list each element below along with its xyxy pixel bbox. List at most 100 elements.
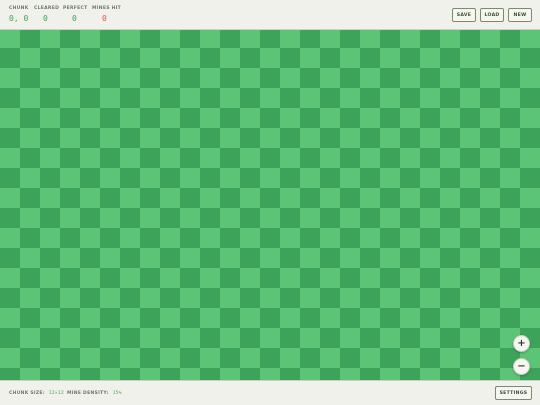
board-tile[interactable] xyxy=(500,68,521,89)
board-tile[interactable] xyxy=(400,348,421,369)
board-tile[interactable] xyxy=(100,188,121,209)
board-tile[interactable] xyxy=(160,368,181,380)
board-tile[interactable] xyxy=(500,248,521,269)
board-tile[interactable] xyxy=(460,68,481,89)
board-tile[interactable] xyxy=(420,348,441,369)
board-tile[interactable] xyxy=(200,48,221,69)
board-tile[interactable] xyxy=(300,308,321,329)
board-tile[interactable] xyxy=(100,148,121,169)
board-tile[interactable] xyxy=(480,268,501,289)
board-tile[interactable] xyxy=(60,48,81,69)
board-tile[interactable] xyxy=(480,288,501,309)
board-tile[interactable] xyxy=(420,208,441,229)
board-tile[interactable] xyxy=(140,48,161,69)
board-tile[interactable] xyxy=(220,228,241,249)
board-tile[interactable] xyxy=(440,228,461,249)
board-tile[interactable] xyxy=(480,168,501,189)
board-tile[interactable] xyxy=(100,128,121,149)
board-tile[interactable] xyxy=(520,228,540,249)
board-tile[interactable] xyxy=(100,288,121,309)
board-tile[interactable] xyxy=(280,368,301,380)
board-tile[interactable] xyxy=(140,108,161,129)
board-tile[interactable] xyxy=(20,88,41,109)
board-tile[interactable] xyxy=(360,368,381,380)
board-tile[interactable] xyxy=(120,188,141,209)
board-tile[interactable] xyxy=(460,288,481,309)
board-tile[interactable] xyxy=(360,328,381,349)
board-tile[interactable] xyxy=(40,48,61,69)
board-tile[interactable] xyxy=(0,228,21,249)
board-tile[interactable] xyxy=(20,128,41,149)
board-tile[interactable] xyxy=(180,30,201,49)
board-tile[interactable] xyxy=(20,30,41,49)
board-tile[interactable] xyxy=(220,288,241,309)
board-tile[interactable] xyxy=(120,48,141,69)
board-tile[interactable] xyxy=(360,268,381,289)
board-tile[interactable] xyxy=(200,288,221,309)
board-tile[interactable] xyxy=(180,308,201,329)
board-tile[interactable] xyxy=(120,88,141,109)
board-tile[interactable] xyxy=(320,168,341,189)
board-tile[interactable] xyxy=(200,228,221,249)
board-tile[interactable] xyxy=(0,128,21,149)
board-tile[interactable] xyxy=(220,48,241,69)
board-tile[interactable] xyxy=(300,30,321,49)
board-tile[interactable] xyxy=(260,328,281,349)
board-tile[interactable] xyxy=(100,328,121,349)
board-tile[interactable] xyxy=(460,128,481,149)
board-tile[interactable] xyxy=(120,128,141,149)
board-tile[interactable] xyxy=(460,88,481,109)
board-tile[interactable] xyxy=(400,328,421,349)
board-tile[interactable] xyxy=(360,88,381,109)
board-tile[interactable] xyxy=(480,88,501,109)
board-tile[interactable] xyxy=(480,308,501,329)
board-tile[interactable] xyxy=(240,30,261,49)
board-tile[interactable] xyxy=(120,328,141,349)
board-tile[interactable] xyxy=(380,188,401,209)
board-tile[interactable] xyxy=(160,30,181,49)
board-tile[interactable] xyxy=(380,128,401,149)
board-tile[interactable] xyxy=(60,88,81,109)
board-tile[interactable] xyxy=(0,188,21,209)
board-tile[interactable] xyxy=(220,188,241,209)
board-tile[interactable] xyxy=(60,148,81,169)
board-tile[interactable] xyxy=(80,208,101,229)
board-tile[interactable] xyxy=(220,368,241,380)
board-tile[interactable] xyxy=(300,128,321,149)
board-tile[interactable] xyxy=(160,288,181,309)
board-tile[interactable] xyxy=(0,368,21,380)
board-tile[interactable] xyxy=(340,148,361,169)
board-tile[interactable] xyxy=(260,308,281,329)
board-tile[interactable] xyxy=(500,108,521,129)
board-tile[interactable] xyxy=(400,248,421,269)
board-tile[interactable] xyxy=(360,48,381,69)
board-tile[interactable] xyxy=(240,148,261,169)
board-tile[interactable] xyxy=(460,168,481,189)
board-tile[interactable] xyxy=(200,168,221,189)
board-tile[interactable] xyxy=(140,268,161,289)
zoom-out-button[interactable]: − xyxy=(513,358,530,375)
board-tile[interactable] xyxy=(100,348,121,369)
board-tile[interactable] xyxy=(400,148,421,169)
board-tile[interactable] xyxy=(160,48,181,69)
board-tile[interactable] xyxy=(100,228,121,249)
board-tile[interactable] xyxy=(180,228,201,249)
board-tile[interactable] xyxy=(500,308,521,329)
board-tile[interactable] xyxy=(300,228,321,249)
board-tile[interactable] xyxy=(260,228,281,249)
board-tile[interactable] xyxy=(460,328,481,349)
board-tile[interactable] xyxy=(120,368,141,380)
board-tile[interactable] xyxy=(440,248,461,269)
board-tile[interactable] xyxy=(120,168,141,189)
board-tile[interactable] xyxy=(0,288,21,309)
board-tile[interactable] xyxy=(180,48,201,69)
board-tile[interactable] xyxy=(500,168,521,189)
board-tile[interactable] xyxy=(80,48,101,69)
board-tile[interactable] xyxy=(520,268,540,289)
board-tile[interactable] xyxy=(380,68,401,89)
board-tile[interactable] xyxy=(440,128,461,149)
board-tile[interactable] xyxy=(280,108,301,129)
load-button[interactable]: LOAD xyxy=(480,8,504,22)
board-tile[interactable] xyxy=(420,68,441,89)
board-tile[interactable] xyxy=(520,208,540,229)
